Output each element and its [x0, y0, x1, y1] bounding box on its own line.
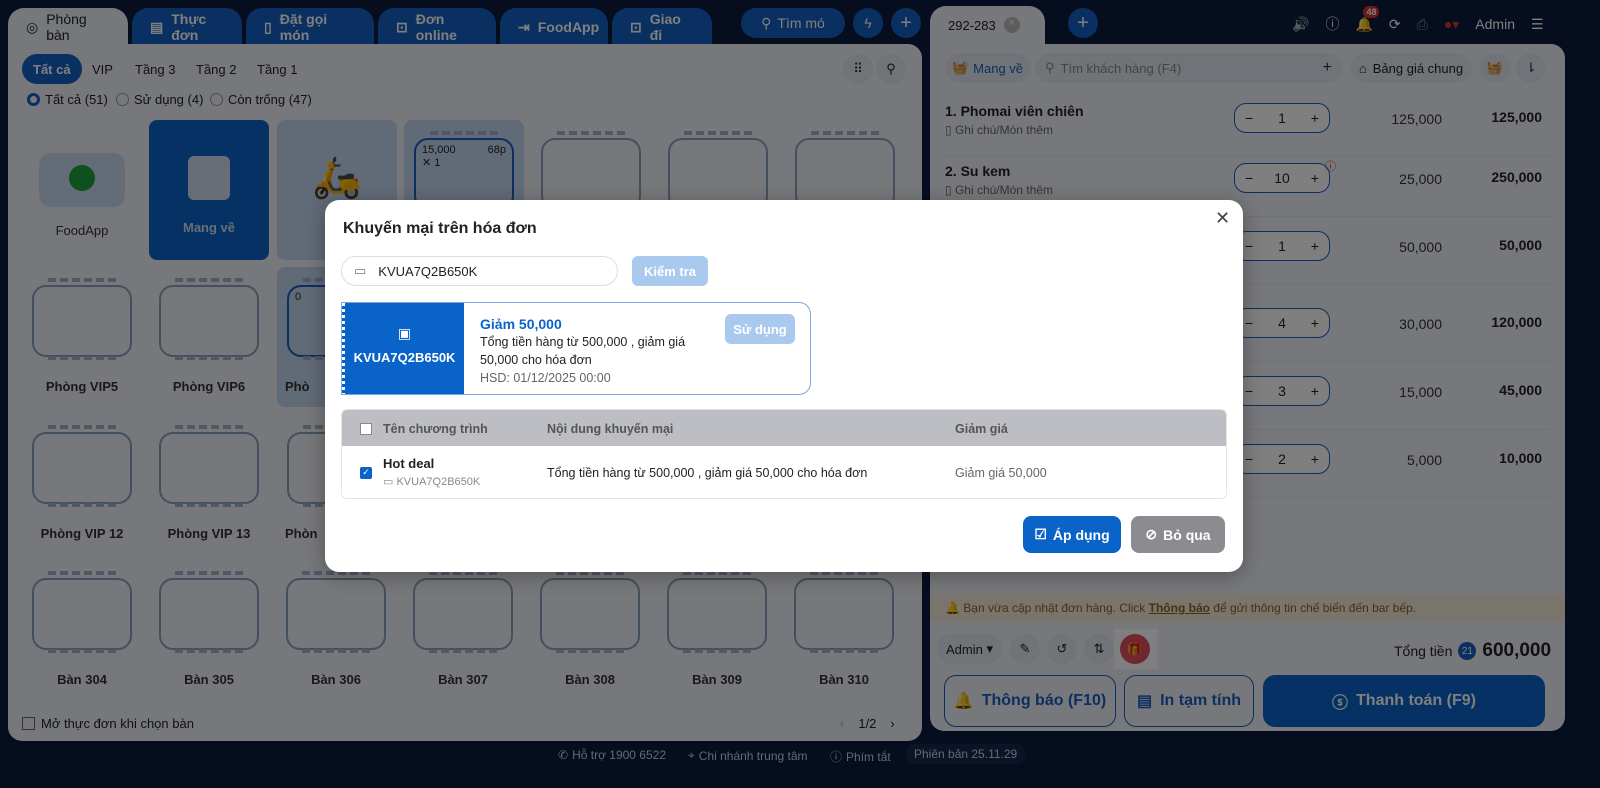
promotion-table: Tên chương trình Nội dung khuyến mại Giả…	[341, 409, 1227, 499]
skip-button[interactable]: ⊘ Bỏ qua	[1131, 516, 1225, 553]
voucher-stub: ▣ KVUA7Q2B650K	[342, 303, 464, 394]
promotion-dialog: Khuyến mại trên hóa đơn ✕ ▭ KVUA7Q2B650K …	[325, 200, 1243, 572]
ticket-icon: ▭	[354, 263, 367, 278]
ban-icon: ⊘	[1145, 526, 1158, 542]
close-icon[interactable]: ✕	[1215, 208, 1230, 229]
table-row[interactable]: ✓ Hot deal ▭ KVUA7Q2B650K Tổng tiền hàng…	[342, 446, 1226, 498]
row-checkbox[interactable]: ✓	[360, 467, 372, 479]
coupon-code-input[interactable]: ▭ KVUA7Q2B650K	[341, 256, 618, 286]
dialog-title: Khuyến mại trên hóa đơn	[343, 220, 537, 237]
voucher-card: ▣ KVUA7Q2B650K Giảm 50,000 Tổng tiền hàng …	[341, 302, 811, 395]
table-header: Tên chương trình Nội dung khuyến mại Giả…	[342, 410, 1226, 446]
checkbox-icon: ☑	[1034, 526, 1047, 542]
ticket-icon: ▭ KVUA7Q2B650K	[383, 476, 481, 488]
apply-button[interactable]: ☑ Áp dụng	[1023, 516, 1121, 553]
voucher-icon: ▣	[397, 325, 412, 341]
use-voucher-button[interactable]: Sử dụng	[725, 314, 795, 344]
voucher-details: Giảm 50,000 Tổng tiền hàng từ 500,000 , g…	[480, 316, 686, 385]
check-button[interactable]: Kiểm tra	[632, 256, 708, 286]
select-all-checkbox[interactable]	[360, 423, 372, 435]
